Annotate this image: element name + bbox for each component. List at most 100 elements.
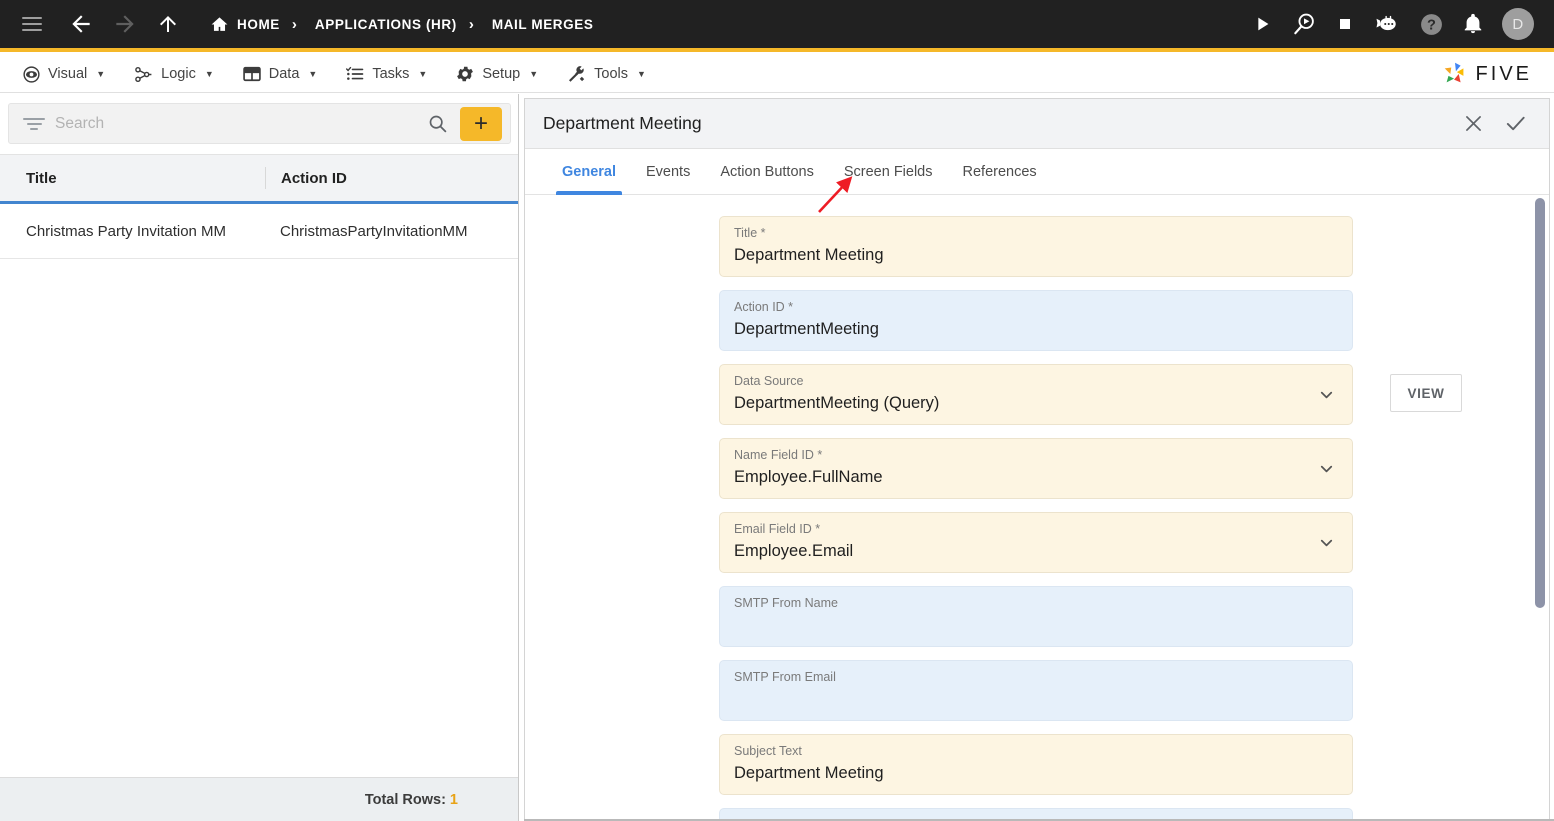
notifications-button[interactable] <box>1462 13 1484 35</box>
checklist-icon <box>346 66 364 80</box>
search-input[interactable] <box>55 114 427 133</box>
scrollbar-thumb[interactable] <box>1535 198 1545 608</box>
five-logo: FIVE <box>1440 60 1554 88</box>
eye-icon <box>23 65 40 83</box>
menu-item-tools[interactable]: Tools ▼ <box>552 56 660 93</box>
search-bar: + <box>8 103 511 144</box>
main-menu-bar: Visual ▼ Logic ▼ Data ▼ Tasks ▼ Setup ▼ … <box>0 56 1554 93</box>
field-label-smtp-from-name: SMTP From Name <box>734 596 838 610</box>
chevron-down-icon: ▼ <box>96 69 106 79</box>
field-label-subject-text: Subject Text <box>734 744 802 758</box>
tab-general[interactable]: General <box>547 149 631 195</box>
forward-button[interactable] <box>112 11 138 37</box>
breadcrumb-item-applications[interactable]: APPLICATIONS (HR) <box>315 17 457 32</box>
menu-label-logic: Logic <box>161 66 196 82</box>
tab-screen-fields[interactable]: Screen Fields <box>829 149 948 194</box>
topbar-action-icons: ? D <box>1251 8 1554 40</box>
field-title[interactable]: Title * Department Meeting <box>719 216 1353 277</box>
avatar-initial: D <box>1512 15 1524 33</box>
records-grid: Title Action ID Christmas Party Invitati… <box>0 154 518 821</box>
close-button[interactable] <box>1463 113 1484 134</box>
menu-item-logic[interactable]: Logic ▼ <box>119 56 228 93</box>
table-grid-icon <box>243 66 261 82</box>
field-value-title: Department Meeting <box>734 246 884 264</box>
records-list-panel: + Title Action ID Christmas Party Invita… <box>0 94 519 821</box>
view-button-label: VIEW <box>1407 385 1445 401</box>
filter-icon[interactable] <box>23 116 45 132</box>
tab-label-general: General <box>562 163 616 180</box>
up-level-button[interactable] <box>156 12 180 36</box>
debug-button[interactable] <box>1291 11 1317 37</box>
hamburger-icon <box>22 17 42 31</box>
field-smtp-from-email[interactable]: SMTP From Email <box>719 660 1353 721</box>
hamburger-menu-button[interactable] <box>22 17 42 31</box>
add-record-button[interactable]: + <box>460 106 502 141</box>
chevron-down-icon[interactable] <box>1317 533 1336 552</box>
field-label-name-field-id: Name Field ID * <box>734 448 823 462</box>
grid-header-row: Title Action ID <box>0 154 518 204</box>
menu-item-tasks[interactable]: Tasks ▼ <box>331 56 441 93</box>
total-rows-count: 1 <box>449 791 458 808</box>
view-data-source-button[interactable]: VIEW <box>1390 374 1462 412</box>
assistant-button[interactable] <box>1373 12 1401 36</box>
help-icon: ? <box>1421 13 1442 35</box>
cell-title: Christmas Party Invitation MM <box>26 222 227 240</box>
field-label-data-source: Data Source <box>734 374 804 388</box>
stop-button[interactable] <box>1335 14 1355 34</box>
stop-icon <box>1340 19 1350 29</box>
field-value-smtp-from-email <box>734 687 1338 711</box>
form-fields-column: Title * Department Meeting Action ID * D… <box>719 216 1462 821</box>
five-logo-text: FIVE <box>1475 62 1532 85</box>
field-action-id[interactable]: Action ID * DepartmentMeeting <box>719 290 1353 351</box>
menu-item-data[interactable]: Data ▼ <box>228 56 332 93</box>
table-row[interactable]: Christmas Party Invitation MM ChristmasP… <box>0 204 518 259</box>
column-header-title[interactable]: Title <box>0 170 265 187</box>
five-pinwheel-icon <box>1444 62 1463 83</box>
save-button[interactable] <box>1504 112 1527 135</box>
search-icon <box>429 115 447 133</box>
field-label-action-id: Action ID * <box>734 300 794 314</box>
add-record-label: + <box>473 109 488 137</box>
field-value-action-id: DepartmentMeeting <box>734 320 879 338</box>
menu-item-setup[interactable]: Setup ▼ <box>441 56 552 93</box>
field-value-name-field-id: Employee.FullName <box>734 468 883 486</box>
back-button[interactable] <box>68 11 94 37</box>
chevron-down-icon: ▼ <box>529 69 539 79</box>
field-label-smtp-from-email: SMTP From Email <box>734 670 836 684</box>
run-button[interactable] <box>1251 13 1273 35</box>
breadcrumb-item-mail-merges[interactable]: MAIL MERGES <box>492 17 594 32</box>
detail-tabs: General Events Action Buttons Screen Fie… <box>525 149 1549 195</box>
chevron-down-icon[interactable] <box>1317 459 1336 478</box>
menu-label-visual: Visual <box>48 66 88 82</box>
chevron-down-icon[interactable] <box>1317 385 1336 404</box>
detail-scrollbar[interactable] <box>1535 198 1545 818</box>
field-name-field-id[interactable]: Name Field ID * Employee.FullName <box>719 438 1353 499</box>
field-subject-text[interactable]: Subject Text Department Meeting <box>719 734 1353 795</box>
chevron-down-icon: ▼ <box>418 69 428 79</box>
user-avatar[interactable]: D <box>1502 8 1534 40</box>
gear-icon <box>457 66 474 82</box>
grid-body: Christmas Party Invitation MM ChristmasP… <box>0 204 518 805</box>
check-icon <box>1506 116 1525 131</box>
field-value-email-field-id: Employee.Email <box>734 542 854 560</box>
chevron-down-icon: ▼ <box>308 69 318 79</box>
breadcrumb-item-home[interactable]: HOME <box>210 15 280 34</box>
tab-references[interactable]: References <box>948 149 1052 194</box>
tab-events[interactable]: Events <box>631 149 705 194</box>
arrow-right-icon <box>116 15 134 33</box>
play-icon <box>1258 17 1269 31</box>
close-icon <box>1466 116 1481 131</box>
field-email-field-id[interactable]: Email Field ID * Employee.Email <box>719 512 1353 573</box>
field-data-source[interactable]: Data Source DepartmentMeeting (Query) VI… <box>719 364 1462 425</box>
help-button[interactable]: ? <box>1419 12 1444 37</box>
search-button[interactable] <box>427 113 448 134</box>
field-smtp-from-name[interactable]: SMTP From Name <box>719 586 1353 647</box>
column-header-action-id[interactable]: Action ID <box>265 167 518 189</box>
menu-label-data: Data <box>268 66 300 82</box>
tab-action-buttons[interactable]: Action Buttons <box>705 149 829 194</box>
total-rows-label: Total Rows: <box>364 791 446 808</box>
tab-label-action-buttons: Action Buttons <box>720 163 814 180</box>
field-value-smtp-from-name <box>734 613 1338 637</box>
menu-item-visual[interactable]: Visual ▼ <box>8 56 119 93</box>
field-value-data-source: DepartmentMeeting (Query) <box>734 394 940 412</box>
